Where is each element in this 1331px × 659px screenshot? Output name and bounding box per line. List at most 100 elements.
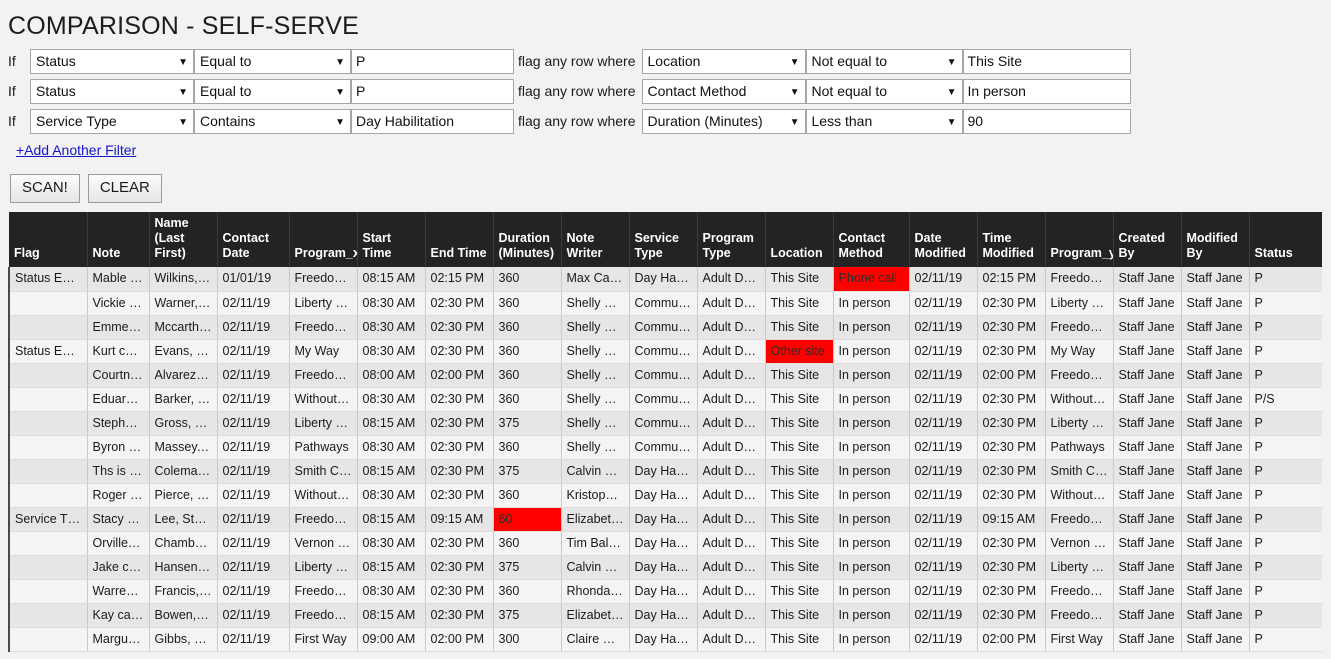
table-row[interactable]: Orville ca…Chamber…02/11/19Vernon C…08:3… [8, 531, 1322, 556]
table-cell: 02/11/19 [217, 387, 290, 412]
table-row[interactable]: Marguerit…Gibbs, M…02/11/19First Way09:0… [8, 627, 1322, 652]
table-row[interactable]: Eduardo …Barker, E…02/11/19Without …08:3… [8, 387, 1322, 412]
table-row[interactable]: Ths is jus…Coleman,…02/11/19Smith Ce…08:… [8, 459, 1322, 484]
table-cell: P [1249, 555, 1322, 580]
table-row[interactable]: Jake cam…Hansen, …02/11/19Liberty St…08:… [8, 555, 1322, 580]
flag-operator-select-2[interactable]: Not equal to ▼ [805, 79, 963, 104]
filter-field-select-3[interactable]: Service Type ▼ [30, 109, 194, 134]
flag-operator-select-1[interactable]: Not equal to ▼ [805, 49, 963, 74]
column-header-duration-minutes[interactable]: Duration (Minutes) [493, 212, 562, 267]
table-cell [8, 603, 88, 628]
column-header-start-time[interactable]: Start Time [357, 212, 426, 267]
table-cell: Byron ca… [87, 435, 150, 460]
flag-value-input-1[interactable]: This Site [962, 49, 1131, 74]
table-row[interactable]: Stephen … Gross, St… 02/11/19 Liberty St… 08… [8, 411, 1322, 436]
table-row[interactable]: Status Eq… Kurt cam… Evans, Kurt 02/11/19 My… [8, 339, 1322, 364]
flag-field-select-3[interactable]: Duration (Minutes) ▼ [641, 109, 806, 134]
flag-value-input-3[interactable]: 90 [962, 109, 1131, 134]
filter-operator-select-2[interactable]: Equal to ▼ [194, 79, 351, 104]
chevron-down-icon: ▼ [789, 57, 800, 68]
column-header-note-writer[interactable]: Note Writer [561, 212, 630, 267]
column-header-name-last-first[interactable]: Name (Last First) [149, 212, 218, 267]
table-cell: Shelly Sa… [561, 387, 630, 412]
filter-field-value-2: Status [36, 83, 76, 99]
filter-value-input-1[interactable]: P [351, 49, 514, 74]
table-cell: Shelly Sa… [561, 411, 630, 436]
column-header-contact-date[interactable]: Contact Date [217, 212, 290, 267]
table-header-row: Flag Note Name (Last First) Contact Date Pro… [9, 212, 1322, 267]
column-header-note[interactable]: Note [87, 212, 150, 267]
table-cell: Staff Jane [1181, 483, 1250, 508]
clear-button[interactable]: CLEAR [87, 174, 162, 203]
table-row[interactable]: Service T… Stacy ca… Lee, Stacy 02/11/19 Fre… [8, 507, 1322, 532]
table-cell: In person [833, 579, 910, 604]
table-row[interactable]: Roger ca…Pierce, R…02/11/19Without …08:3… [8, 483, 1322, 508]
table-cell: 375 [493, 411, 562, 436]
filter-field-select-1[interactable]: Status ▼ [30, 49, 194, 74]
filter-operator-select-1[interactable]: Equal to ▼ [194, 49, 351, 74]
table-cell: Max Carl… [561, 267, 630, 292]
table-row[interactable]: Vickie ca… Warner, V… 02/11/19 Liberty St… 0… [8, 291, 1322, 316]
table-cell: Calvin Ro… [561, 459, 630, 484]
table-row[interactable]: Status Eq…Mable ca…Wilkins, …01/01/19Fre… [8, 267, 1322, 292]
table-cell: Communi… [629, 291, 698, 316]
table-cell: Staff Jane [1181, 603, 1250, 628]
table-cell: Adult Day… [697, 627, 766, 652]
table-cell: Freedom … [1045, 603, 1114, 628]
table-cell: Other site [765, 339, 834, 364]
column-header-program-y[interactable]: Program_y [1045, 212, 1114, 267]
table-cell: Francis, … [149, 579, 218, 604]
column-header-time-modified[interactable]: Time Modified [977, 212, 1046, 267]
table-cell: 02:30 PM [977, 315, 1046, 340]
table-row[interactable]: Byron ca… Massey, … 02/11/19 Pathways 08:30 … [8, 435, 1322, 460]
table-cell: First Way [1045, 627, 1114, 652]
column-header-contact-method[interactable]: Contact Method [833, 212, 910, 267]
filter-value-input-3[interactable]: Day Habilitation [351, 109, 514, 134]
table-cell: In person [833, 363, 910, 388]
table-cell: Staff Jane [1113, 291, 1182, 316]
flag-operator-select-3[interactable]: Less than ▼ [805, 109, 963, 134]
table-cell: This Site [765, 483, 834, 508]
table-cell: Shelly Sa… [561, 363, 630, 388]
table-cell: Freedom … [289, 363, 358, 388]
table-cell: P [1249, 627, 1322, 652]
column-header-service-type[interactable]: Service Type [629, 212, 698, 267]
filter-field-select-2[interactable]: Status ▼ [30, 79, 194, 104]
table-row[interactable]: Warren c… Francis, … 02/11/19 Freedom … 08:3… [8, 579, 1322, 604]
add-another-filter-link[interactable]: +Add Another Filter [8, 137, 136, 158]
table-cell: 360 [493, 291, 562, 316]
chevron-down-icon: ▼ [178, 57, 188, 68]
column-header-program-x[interactable]: Program_x [289, 212, 358, 267]
table-cell: 02/11/19 [909, 387, 978, 412]
filter-row-1: If Status ▼ Equal to ▼ P flag any row wh… [8, 47, 1331, 76]
table-cell: 02:00 PM [425, 363, 494, 388]
column-header-end-time[interactable]: End Time [425, 212, 494, 267]
table-cell: 02/11/19 [217, 291, 290, 316]
column-header-status[interactable]: Status [1249, 212, 1322, 267]
column-header-flag[interactable]: Flag [9, 212, 88, 267]
table-row[interactable]: Emmett c…Mccarthy…02/11/19Freedom …08:30… [8, 315, 1322, 340]
column-header-location[interactable]: Location [765, 212, 834, 267]
column-header-created-by[interactable]: Created By [1113, 212, 1182, 267]
table-cell: 360 [493, 363, 562, 388]
table-cell: Staff Jane [1181, 435, 1250, 460]
table-cell: Freedom … [1045, 267, 1114, 292]
table-row[interactable]: Kay came…Bowen, K…02/11/19Freedom …08:15… [8, 603, 1322, 628]
column-header-modified-by[interactable]: Modified By [1181, 212, 1250, 267]
scan-button[interactable]: SCAN! [10, 174, 80, 203]
flag-field-select-2[interactable]: Contact Method ▼ [641, 79, 806, 104]
column-header-program-type[interactable]: Program Type [697, 212, 766, 267]
column-header-date-modified[interactable]: Date Modified [909, 212, 978, 267]
flag-value-input-2[interactable]: In person [962, 79, 1131, 104]
table-cell: 02/11/19 [909, 435, 978, 460]
table-cell: Staff Jane [1113, 483, 1182, 508]
flag-operator-value-3: Less than [811, 113, 873, 129]
table-cell: 02:30 PM [425, 315, 494, 340]
chevron-down-icon: ▼ [946, 57, 957, 68]
table-cell: 02/11/19 [217, 603, 290, 628]
filter-operator-select-3[interactable]: Contains ▼ [194, 109, 351, 134]
table-row[interactable]: Courtney …Alvarez, …02/11/19Freedom …08:… [8, 363, 1322, 388]
chevron-down-icon: ▼ [178, 117, 188, 128]
flag-field-select-1[interactable]: Location ▼ [641, 49, 806, 74]
filter-value-input-2[interactable]: P [351, 79, 514, 104]
